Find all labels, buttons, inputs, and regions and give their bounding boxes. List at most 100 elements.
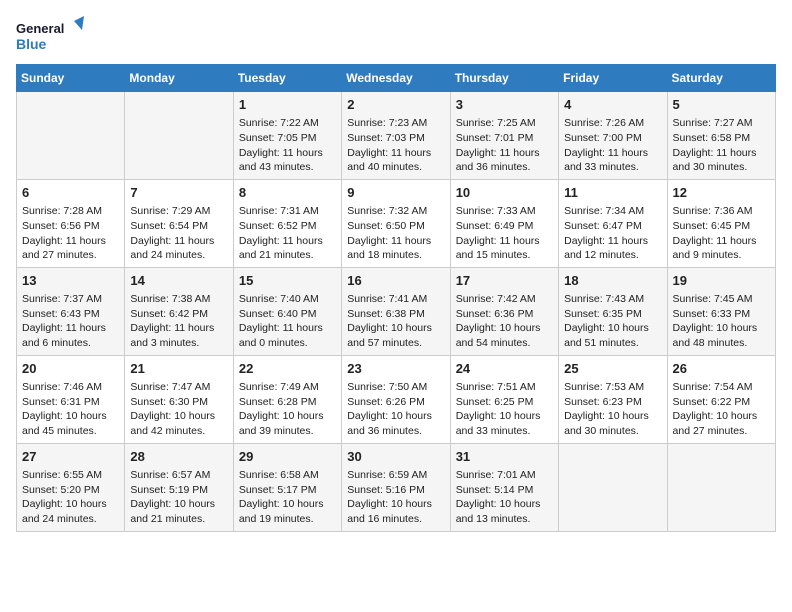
day-info-text: Sunset: 6:23 PM <box>564 395 661 410</box>
calendar-cell: 30Sunrise: 6:59 AMSunset: 5:16 PMDayligh… <box>342 443 450 531</box>
day-info-text: Sunrise: 7:33 AM <box>456 204 553 219</box>
calendar-cell: 3Sunrise: 7:25 AMSunset: 7:01 PMDaylight… <box>450 92 558 180</box>
day-info-text: Sunrise: 7:01 AM <box>456 468 553 483</box>
day-info-text: Daylight: 10 hours and 48 minutes. <box>673 321 770 350</box>
svg-text:General: General <box>16 21 64 36</box>
day-number: 19 <box>673 272 770 290</box>
day-info-text: Daylight: 11 hours and 15 minutes. <box>456 234 553 263</box>
calendar-cell: 8Sunrise: 7:31 AMSunset: 6:52 PMDaylight… <box>233 179 341 267</box>
calendar-week-row: 27Sunrise: 6:55 AMSunset: 5:20 PMDayligh… <box>17 443 776 531</box>
day-info-text: Sunset: 6:40 PM <box>239 307 336 322</box>
day-number: 7 <box>130 184 227 202</box>
col-header-monday: Monday <box>125 65 233 92</box>
day-info-text: Daylight: 11 hours and 33 minutes. <box>564 146 661 175</box>
day-info-text: Sunrise: 7:34 AM <box>564 204 661 219</box>
day-number: 10 <box>456 184 553 202</box>
day-info-text: Daylight: 10 hours and 42 minutes. <box>130 409 227 438</box>
col-header-wednesday: Wednesday <box>342 65 450 92</box>
day-info-text: Sunset: 6:25 PM <box>456 395 553 410</box>
day-info-text: Daylight: 11 hours and 0 minutes. <box>239 321 336 350</box>
calendar-cell: 19 Sunrise: 7:45 AMSunset: 6:33 PMDayligh… <box>667 267 775 355</box>
calendar-cell: 4Sunrise: 7:26 AMSunset: 7:00 PMDaylight… <box>559 92 667 180</box>
day-info-text: Daylight: 11 hours and 30 minutes. <box>673 146 770 175</box>
day-info-text: Sunset: 6:31 PM <box>22 395 119 410</box>
day-info-text: Sunrise: 7:45 AM <box>673 292 770 307</box>
day-number: 6 <box>22 184 119 202</box>
day-info-text: Sunset: 5:16 PM <box>347 483 444 498</box>
day-info-text: Sunrise: 7:37 AM <box>22 292 119 307</box>
calendar-cell: 7Sunrise: 7:29 AMSunset: 6:54 PMDaylight… <box>125 179 233 267</box>
calendar-cell: 15Sunrise: 7:40 AMSunset: 6:40 PMDayligh… <box>233 267 341 355</box>
day-info-text: Sunrise: 7:27 AM <box>673 116 770 131</box>
calendar-cell: 17Sunrise: 7:42 AMSunset: 6:36 PMDayligh… <box>450 267 558 355</box>
day-number: 9 <box>347 184 444 202</box>
day-info-text: Daylight: 10 hours and 45 minutes. <box>22 409 119 438</box>
day-info-text: Sunset: 6:43 PM <box>22 307 119 322</box>
calendar-week-row: 1Sunrise: 7:22 AMSunset: 7:05 PMDaylight… <box>17 92 776 180</box>
calendar-table: SundayMondayTuesdayWednesdayThursdayFrid… <box>16 64 776 532</box>
day-info-text: Sunrise: 7:41 AM <box>347 292 444 307</box>
day-info-text: Daylight: 10 hours and 13 minutes. <box>456 497 553 526</box>
day-info-text: Sunset: 6:45 PM <box>673 219 770 234</box>
day-number: 4 <box>564 96 661 114</box>
day-info-text: Daylight: 10 hours and 30 minutes. <box>564 409 661 438</box>
day-number: 31 <box>456 448 553 466</box>
calendar-cell: 6Sunrise: 7:28 AMSunset: 6:56 PMDaylight… <box>17 179 125 267</box>
day-info-text: Sunrise: 7:47 AM <box>130 380 227 395</box>
day-info-text: Sunset: 6:33 PM <box>673 307 770 322</box>
day-info-text: Daylight: 11 hours and 18 minutes. <box>347 234 444 263</box>
day-info-text: Sunrise: 7:32 AM <box>347 204 444 219</box>
day-info-text: Daylight: 11 hours and 9 minutes. <box>673 234 770 263</box>
logo: General Blue <box>16 16 86 56</box>
day-info-text: Sunrise: 7:38 AM <box>130 292 227 307</box>
day-info-text: Sunset: 7:05 PM <box>239 131 336 146</box>
day-info-text: Sunrise: 7:43 AM <box>564 292 661 307</box>
day-number: 5 <box>673 96 770 114</box>
day-number: 22 <box>239 360 336 378</box>
day-info-text: Sunrise: 6:57 AM <box>130 468 227 483</box>
calendar-cell <box>125 92 233 180</box>
day-info-text: Sunrise: 7:40 AM <box>239 292 336 307</box>
day-number: 12 <box>673 184 770 202</box>
calendar-cell: 13Sunrise: 7:37 AMSunset: 6:43 PMDayligh… <box>17 267 125 355</box>
day-info-text: Sunrise: 7:22 AM <box>239 116 336 131</box>
day-number: 25 <box>564 360 661 378</box>
calendar-cell: 22 Sunrise: 7:49 AMSunset: 6:28 PMDayligh… <box>233 355 341 443</box>
day-number: 24 <box>456 360 553 378</box>
day-info-text: Sunset: 6:36 PM <box>456 307 553 322</box>
day-info-text: Sunrise: 6:59 AM <box>347 468 444 483</box>
day-info-text: Daylight: 10 hours and 36 minutes. <box>347 409 444 438</box>
day-info-text: Sunset: 6:28 PM <box>239 395 336 410</box>
day-info-text: Sunset: 5:17 PM <box>239 483 336 498</box>
calendar-cell: 11Sunrise: 7:34 AMSunset: 6:47 PMDayligh… <box>559 179 667 267</box>
logo-svg: General Blue <box>16 16 86 56</box>
calendar-cell: 18Sunrise: 7:43 AMSunset: 6:35 PMDayligh… <box>559 267 667 355</box>
calendar-cell: 25Sunrise: 7:53 AMSunset: 6:23 PMDayligh… <box>559 355 667 443</box>
day-info-text: Sunset: 5:19 PM <box>130 483 227 498</box>
day-info-text: Sunrise: 7:49 AM <box>239 380 336 395</box>
day-info-text: Daylight: 11 hours and 21 minutes. <box>239 234 336 263</box>
day-info-text: Daylight: 10 hours and 39 minutes. <box>239 409 336 438</box>
day-info-text: Sunrise: 7:23 AM <box>347 116 444 131</box>
calendar-cell: 1Sunrise: 7:22 AMSunset: 7:05 PMDaylight… <box>233 92 341 180</box>
day-info-text: Daylight: 10 hours and 16 minutes. <box>347 497 444 526</box>
calendar-week-row: 6Sunrise: 7:28 AMSunset: 6:56 PMDaylight… <box>17 179 776 267</box>
calendar-cell: 26Sunrise: 7:54 AMSunset: 6:22 PMDayligh… <box>667 355 775 443</box>
day-info-text: Sunrise: 7:26 AM <box>564 116 661 131</box>
calendar-cell: 20 Sunrise: 7:46 AMSunset: 6:31 PMDayligh… <box>17 355 125 443</box>
day-number: 20 <box>22 360 119 378</box>
day-info-text: Sunrise: 7:50 AM <box>347 380 444 395</box>
calendar-cell: 14Sunrise: 7:38 AMSunset: 6:42 PMDayligh… <box>125 267 233 355</box>
day-info-text: Sunset: 6:54 PM <box>130 219 227 234</box>
day-number: 13 <box>22 272 119 290</box>
calendar-cell: 24Sunrise: 7:51 AMSunset: 6:25 PMDayligh… <box>450 355 558 443</box>
day-info-text: Sunset: 6:30 PM <box>130 395 227 410</box>
day-info-text: Sunrise: 7:46 AM <box>22 380 119 395</box>
calendar-cell: 16Sunrise: 7:41 AMSunset: 6:38 PMDayligh… <box>342 267 450 355</box>
day-info-text: Daylight: 10 hours and 57 minutes. <box>347 321 444 350</box>
calendar-cell: 28Sunrise: 6:57 AMSunset: 5:19 PMDayligh… <box>125 443 233 531</box>
calendar-cell <box>559 443 667 531</box>
day-info-text: Sunrise: 7:42 AM <box>456 292 553 307</box>
day-number: 17 <box>456 272 553 290</box>
day-number: 16 <box>347 272 444 290</box>
